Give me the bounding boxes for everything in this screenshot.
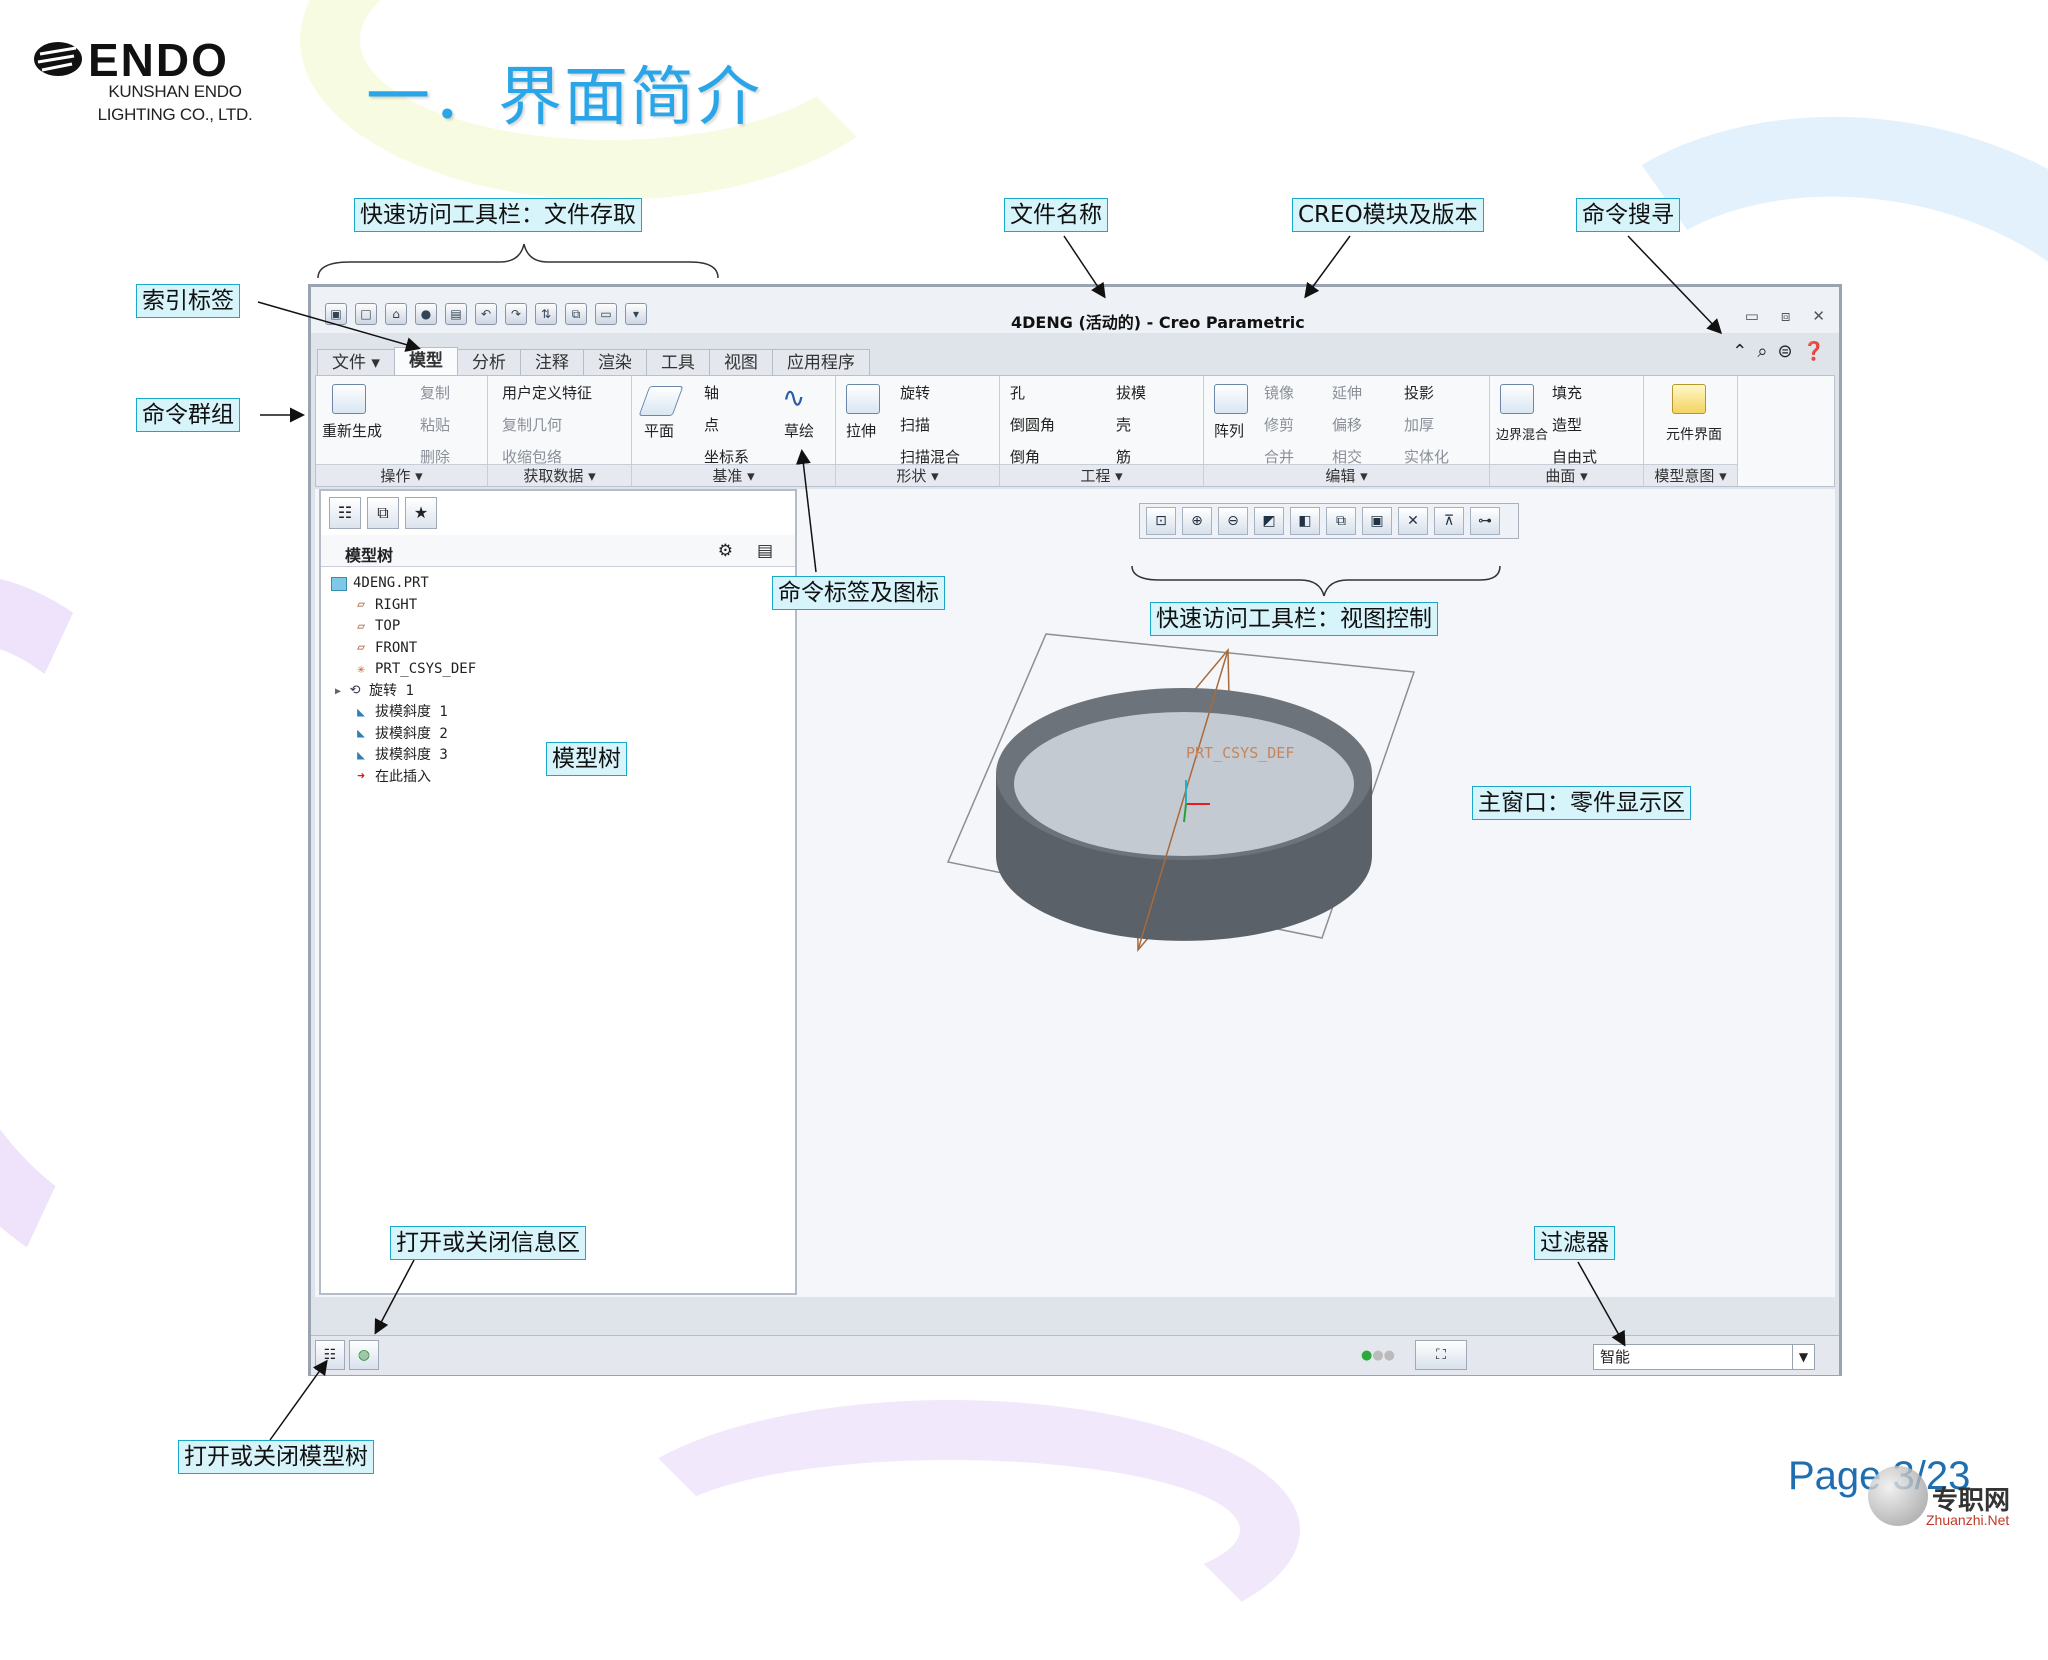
callout-model-tree: 模型树 — [546, 742, 627, 776]
callout-toggle-tree: 打开或关闭模型树 — [178, 1440, 374, 1474]
callout-command-search: 命令搜寻 — [1576, 198, 1680, 232]
callout-main-window: 主窗口：零件显示区 — [1472, 786, 1691, 820]
watermark-url: Zhuanzhi.Net — [1926, 1512, 2010, 1528]
brace-quick-access — [317, 243, 719, 279]
leader-toggle-tree — [269, 1359, 328, 1441]
leader-toggle-info — [374, 1259, 415, 1335]
leader-index-tab — [257, 301, 421, 352]
leader-file-name — [1063, 235, 1106, 299]
callout-toggle-info: 打开或关闭信息区 — [390, 1226, 586, 1260]
brace-view-control — [1131, 565, 1501, 597]
leader-filter — [1577, 1261, 1626, 1347]
watermark-ball-icon — [1868, 1466, 1928, 1526]
leader-creo-module — [1304, 235, 1351, 299]
callout-index-tab: 索引标签 — [136, 284, 240, 318]
callout-filter: 过滤器 — [1534, 1226, 1615, 1260]
leader-command-tab-icon — [795, 449, 817, 573]
callout-creo-module: CREO模块及版本 — [1292, 198, 1484, 232]
callout-quick-access-view: 快速访问工具栏：视图控制 — [1150, 602, 1438, 636]
callout-file-name: 文件名称 — [1004, 198, 1108, 232]
csys-label: PRT_CSYS_DEF — [1186, 744, 1294, 762]
callout-quick-access-file: 快速访问工具栏：文件存取 — [354, 198, 642, 232]
callout-command-group: 命令群组 — [136, 398, 240, 432]
leader-command-search — [1627, 235, 1723, 335]
callout-command-tab-icon: 命令标签及图标 — [772, 576, 945, 610]
part-top-face — [1014, 712, 1354, 856]
